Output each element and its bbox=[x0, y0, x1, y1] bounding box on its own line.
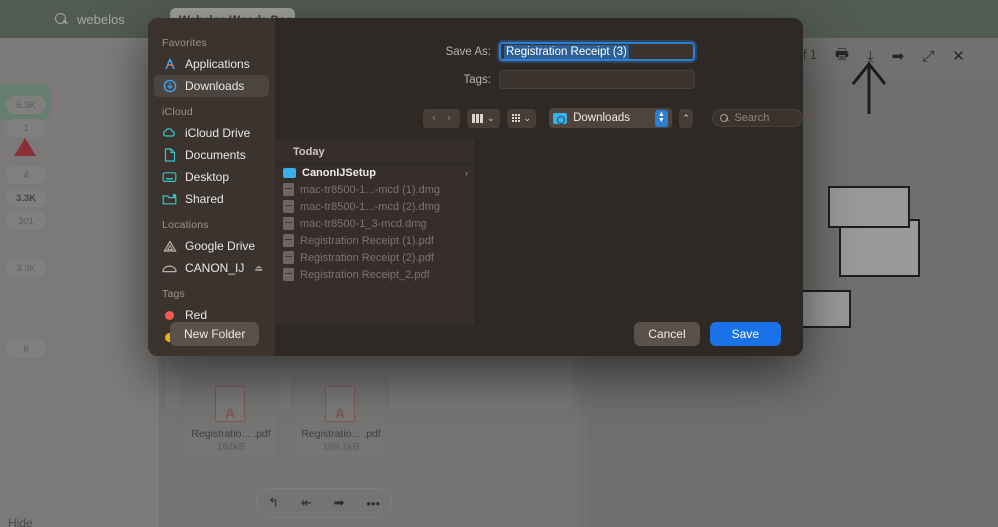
location-popup-button[interactable]: Downloads ▲▼ bbox=[549, 108, 672, 128]
file-preview-column bbox=[476, 140, 803, 325]
file-list-column[interactable]: Today CanonIJSetup › mac-tr8500-1...-mcd… bbox=[275, 140, 476, 325]
desktop-icon bbox=[162, 171, 177, 183]
go-up-button[interactable]: ⌃ bbox=[679, 109, 694, 128]
document-icon bbox=[283, 217, 294, 230]
new-folder-button[interactable]: New Folder bbox=[170, 322, 259, 346]
chevron-right-icon: › bbox=[465, 168, 468, 178]
cancel-button[interactable]: Cancel bbox=[634, 322, 699, 346]
file-name: mac-tr8500-1_3-mcd.dmg bbox=[300, 218, 427, 230]
file-name: Registration Receipt (2).pdf bbox=[300, 252, 434, 264]
sidebar-item-label: Downloads bbox=[185, 79, 244, 93]
document-icon bbox=[162, 148, 177, 162]
search-placeholder: Search bbox=[734, 112, 769, 124]
view-mode-chevron: ⌄ bbox=[487, 113, 495, 124]
document-icon bbox=[283, 251, 294, 264]
file-name: CanonIJSetup bbox=[302, 167, 376, 179]
column-view-icon bbox=[472, 114, 483, 123]
document-icon bbox=[283, 234, 294, 247]
file-row[interactable]: mac-tr8500-1...-mcd (1).dmg bbox=[275, 181, 475, 198]
file-row-folder[interactable]: CanonIJSetup › bbox=[275, 164, 475, 181]
group-by-chevron: ⌄ bbox=[524, 113, 532, 124]
view-mode-button[interactable]: ⌄ bbox=[467, 109, 500, 128]
applications-icon bbox=[162, 57, 177, 71]
save-as-row: Save As: Registration Receipt (3) bbox=[433, 42, 695, 61]
sidebar-section-header: Favorites bbox=[148, 28, 275, 53]
sidebar-item-desktop[interactable]: Desktop bbox=[154, 166, 269, 188]
disk-icon bbox=[162, 263, 177, 274]
document-icon bbox=[283, 268, 294, 281]
sidebar-item-google-drive[interactable]: Google Drive bbox=[154, 235, 269, 257]
sidebar-item-label: Documents bbox=[185, 148, 246, 162]
group-by-button[interactable]: ⌄ bbox=[507, 109, 537, 128]
cloud-icon bbox=[162, 127, 177, 139]
dialog-sidebar: Favorites Applications Downloads iCloud … bbox=[148, 18, 275, 356]
file-browser-toolbar: ‹ › ⌄ ⌄ Downloads ▲▼ ⌃ Search bbox=[423, 104, 803, 132]
sidebar-item-label: iCloud Drive bbox=[185, 126, 250, 140]
sidebar-item-downloads[interactable]: Downloads bbox=[154, 75, 269, 97]
stepper-icon: ▲▼ bbox=[655, 110, 668, 127]
tags-row: Tags: bbox=[433, 70, 695, 89]
save-as-value: Registration Receipt (3) bbox=[504, 45, 629, 59]
document-icon bbox=[283, 200, 294, 213]
file-row[interactable]: Registration Receipt_2.pdf bbox=[275, 266, 475, 283]
sidebar-item-label: Applications bbox=[185, 57, 250, 71]
save-as-label: Save As: bbox=[433, 46, 491, 58]
sidebar-section-header: Locations bbox=[148, 210, 275, 235]
save-button[interactable]: Save bbox=[710, 322, 781, 346]
file-name: mac-tr8500-1...-mcd (1).dmg bbox=[300, 184, 440, 196]
location-label: Downloads bbox=[573, 112, 630, 124]
downloads-icon bbox=[162, 79, 177, 93]
sidebar-item-label: Shared bbox=[185, 192, 224, 206]
folder-icon bbox=[283, 168, 296, 178]
screen: webelos Webelos Woods Doc × 6.3K 1 4 3.3… bbox=[0, 0, 998, 527]
google-drive-icon bbox=[162, 240, 177, 253]
sidebar-item-documents[interactable]: Documents bbox=[154, 144, 269, 166]
save-as-input[interactable]: Registration Receipt (3) bbox=[499, 42, 695, 61]
document-icon bbox=[283, 183, 294, 196]
folder-icon bbox=[553, 113, 567, 124]
sidebar-section-header: Tags bbox=[148, 279, 275, 304]
group-by-icon bbox=[512, 114, 520, 122]
save-dialog: Save As: Registration Receipt (3) Tags: … bbox=[148, 18, 803, 356]
file-name: Registration Receipt (1).pdf bbox=[300, 235, 434, 247]
save-dialog-header: Save As: Registration Receipt (3) Tags: bbox=[423, 18, 803, 100]
sidebar-item-label: CANON_IJ bbox=[185, 261, 244, 275]
sidebar-item-icloud-drive[interactable]: iCloud Drive bbox=[154, 122, 269, 144]
sidebar-item-label: Google Drive bbox=[185, 239, 255, 253]
file-group-header: Today bbox=[275, 140, 475, 164]
file-row[interactable]: mac-tr8500-1...-mcd (2).dmg bbox=[275, 198, 475, 215]
file-row[interactable]: Registration Receipt (2).pdf bbox=[275, 249, 475, 266]
sidebar-item-applications[interactable]: Applications bbox=[154, 53, 269, 75]
sidebar-item-shared[interactable]: Shared bbox=[154, 188, 269, 210]
nav-forward-button[interactable]: › bbox=[438, 109, 460, 128]
file-name: mac-tr8500-1...-mcd (2).dmg bbox=[300, 201, 440, 213]
sidebar-item-canon-ij[interactable]: CANON_IJ ⏏ bbox=[154, 257, 269, 279]
tags-input[interactable] bbox=[499, 70, 695, 89]
shared-folder-icon bbox=[162, 193, 177, 205]
sidebar-section-header: iCloud bbox=[148, 97, 275, 122]
file-name: Registration Receipt_2.pdf bbox=[300, 269, 430, 281]
tags-label: Tags: bbox=[433, 74, 491, 86]
sidebar-item-label: Desktop bbox=[185, 170, 229, 184]
eject-icon[interactable]: ⏏ bbox=[254, 263, 263, 274]
file-row[interactable]: mac-tr8500-1_3-mcd.dmg bbox=[275, 215, 475, 232]
dialog-footer: New Folder Cancel Save bbox=[148, 311, 803, 356]
search-input[interactable]: Search bbox=[712, 109, 803, 127]
search-icon bbox=[720, 114, 729, 123]
file-row[interactable]: Registration Receipt (1).pdf bbox=[275, 232, 475, 249]
